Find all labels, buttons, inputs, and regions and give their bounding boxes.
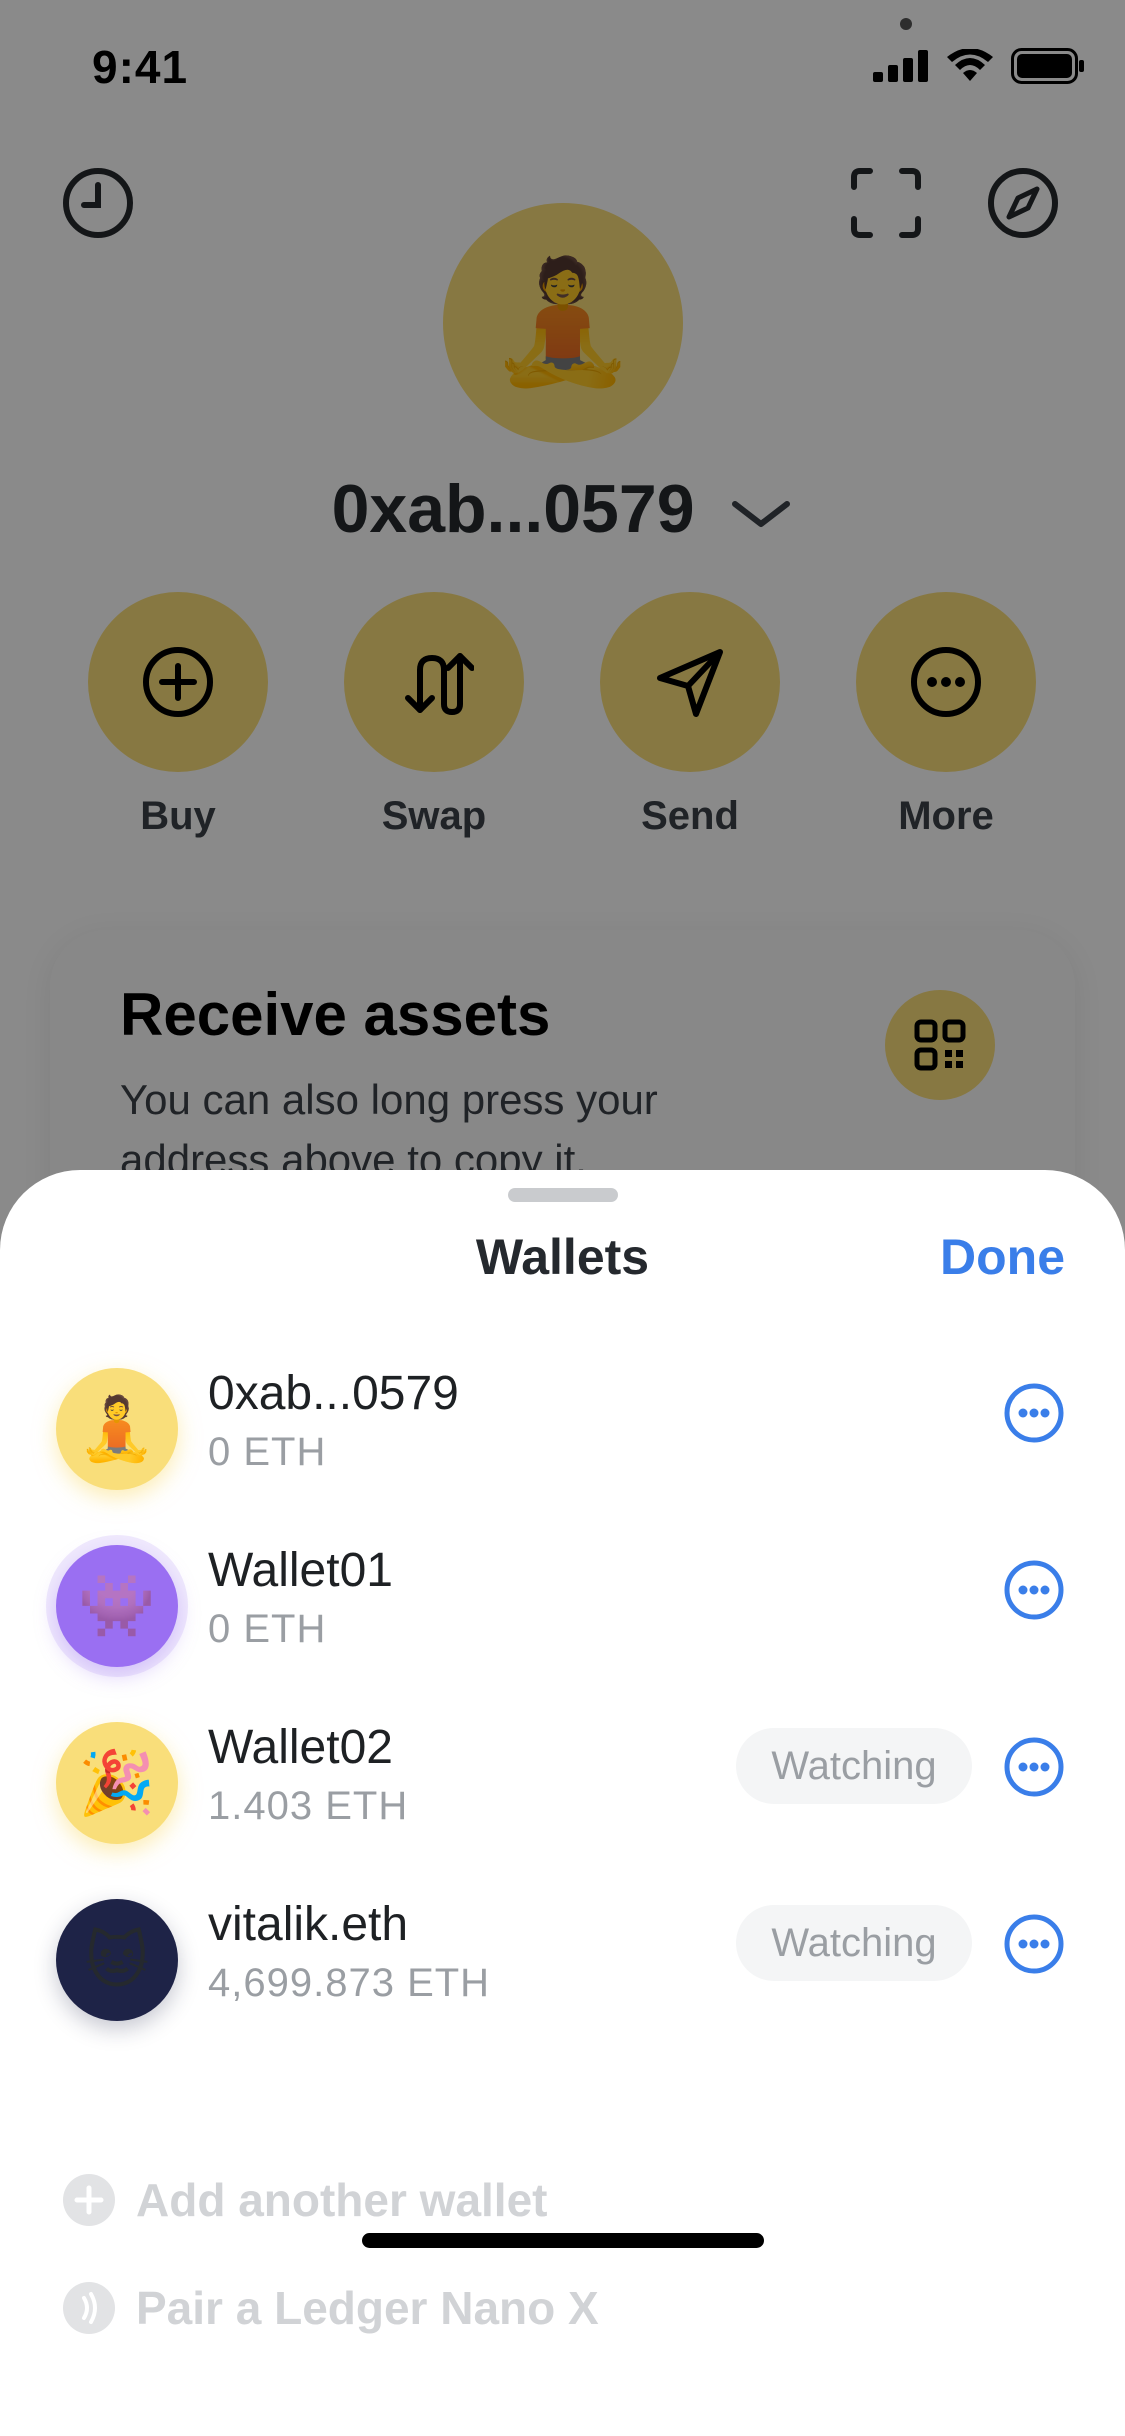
watching-badge: Watching xyxy=(736,1905,972,1981)
done-button[interactable]: Done xyxy=(940,1228,1065,1286)
pair-ledger-label: Pair a Ledger Nano X xyxy=(136,2282,599,2334)
wallet-balance: 0 ETH xyxy=(208,1430,327,1474)
wallet-row[interactable]: 🐱 vitalik.eth 4,699.873 ETH Watching xyxy=(0,1881,1125,2058)
wallet-options-icon[interactable] xyxy=(1003,1736,1065,1798)
wallet-avatar: 👾 xyxy=(56,1545,178,1667)
home-indicator[interactable] xyxy=(362,2233,764,2248)
pair-ledger-button[interactable]: Pair a Ledger Nano X xyxy=(62,2281,599,2335)
wallet-row[interactable]: 🎉 Wallet02 1.403 ETH Watching xyxy=(0,1704,1125,1881)
plus-circle-icon xyxy=(63,2174,115,2226)
wallet-avatar: 🧘 xyxy=(56,1368,178,1490)
wallet-row[interactable]: 👾 Wallet01 0 ETH xyxy=(0,1527,1125,1704)
wallet-balance: 1.403 ETH xyxy=(208,1784,409,1828)
wallet-row[interactable]: 🧘 0xab...0579 0 ETH xyxy=(0,1350,1125,1527)
bluetooth-waves-icon xyxy=(63,2282,115,2334)
wallet-options-icon[interactable] xyxy=(1003,1559,1065,1621)
wallet-avatar-emoji: 🧘 xyxy=(78,1394,156,1464)
wallet-options-icon[interactable] xyxy=(1003,1382,1065,1444)
wallet-options-icon[interactable] xyxy=(1003,1913,1065,1975)
wallet-name: Wallet02 xyxy=(208,1721,393,1774)
add-wallet-button[interactable]: Add another wallet xyxy=(62,2173,547,2227)
watching-badge: Watching xyxy=(736,1728,972,1804)
sheet-grabber[interactable] xyxy=(508,1188,618,1202)
wallet-avatar-emoji: 🎉 xyxy=(78,1748,156,1818)
wallet-balance: 0 ETH xyxy=(208,1607,327,1651)
wallet-name: 0xab...0579 xyxy=(208,1367,459,1420)
wallet-avatar-emoji: 👾 xyxy=(78,1571,156,1641)
add-wallet-label: Add another wallet xyxy=(136,2174,548,2226)
wallet-balance: 4,699.873 ETH xyxy=(208,1961,491,2005)
wallet-name: vitalik.eth xyxy=(208,1898,409,1951)
wallet-avatar: 🐱 xyxy=(56,1899,178,2021)
wallet-avatar-emoji: 🐱 xyxy=(84,1926,150,1996)
wallet-avatar: 🎉 xyxy=(56,1722,178,1844)
wallet-name: Wallet01 xyxy=(208,1544,393,1597)
